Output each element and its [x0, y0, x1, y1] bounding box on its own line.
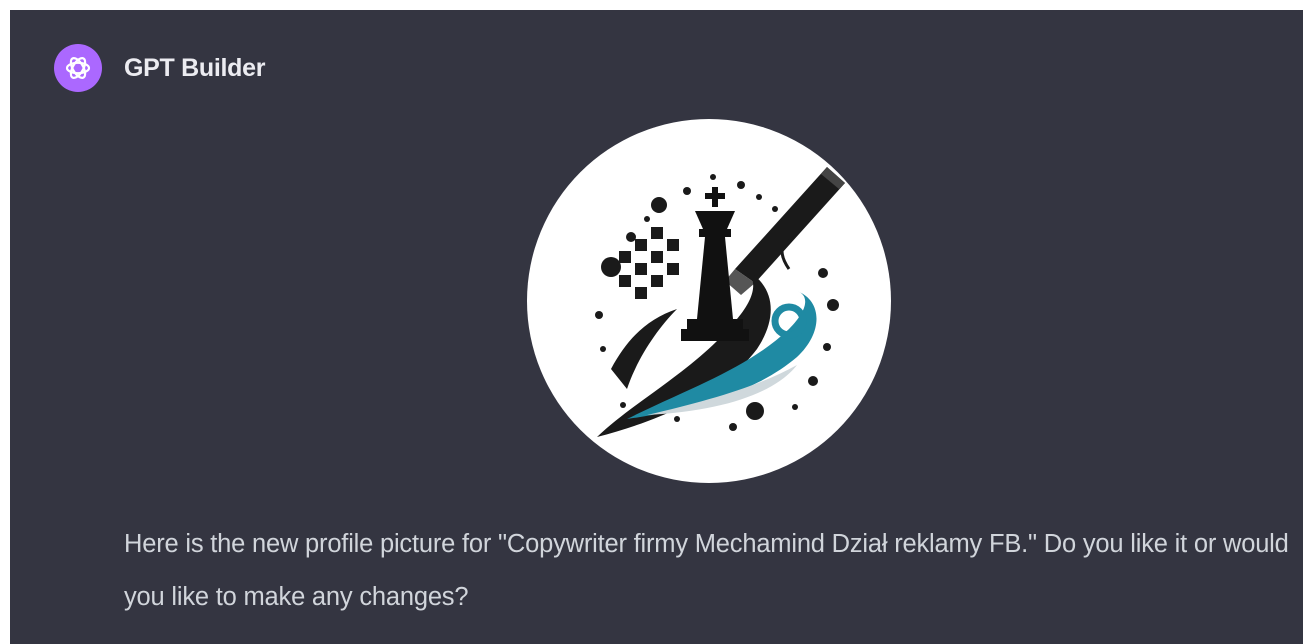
profile-picture[interactable]	[527, 119, 891, 483]
message-header: GPT Builder	[54, 44, 265, 92]
chat-panel: GPT Builder Here is the new profile pict…	[10, 10, 1303, 644]
openai-logo-icon	[65, 57, 91, 79]
message-text: Here is the new profile picture for "Cop…	[124, 530, 1289, 611]
avatar	[54, 44, 102, 92]
chess-king-pen-logo-icon	[595, 167, 845, 437]
author-name: GPT Builder	[124, 53, 266, 82]
